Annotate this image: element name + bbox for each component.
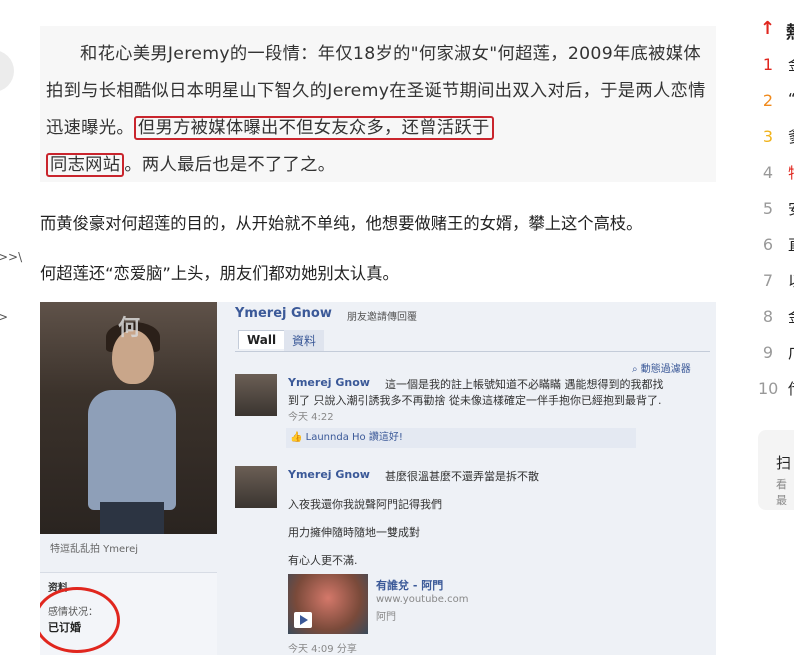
post-text: 有心人更不滿.: [288, 554, 358, 567]
post-text: 到了 只說入潮引誘我多不再勸捨 從未像這樣確定一伴手抱你已經抱到最背了.: [288, 394, 662, 407]
article-paragraph: 何超莲还“恋爱脑”上头，朋友们都劝她别太认真。: [40, 264, 399, 283]
scan-subtitle: 看最: [776, 478, 787, 507]
highlight-box-2: 同志网站: [46, 153, 125, 177]
post-text: 這一個是我的註上帳號知道不必瞞瞞 遇能想得到的我都找: [385, 378, 664, 391]
rank-number: 7: [762, 271, 774, 290]
rank-item-link[interactable]: 特: [788, 162, 794, 183]
search-icon: ⌕: [632, 364, 641, 375]
post-time: 今天 4:09 分享: [288, 644, 357, 655]
like-bar: 👍 Launnda Ho 讚這好!: [286, 428, 636, 448]
video-channel: 阿門: [376, 612, 396, 623]
rank-item-link[interactable]: 传: [788, 378, 794, 399]
post-text: 用力擁伸隨時隨地一雙成對: [288, 526, 420, 539]
rank-number: 3: [762, 127, 774, 146]
rank-number: 10: [758, 379, 779, 398]
friend-request-link[interactable]: 朋友邀請傳回覆: [347, 308, 417, 323]
red-circle-annotation: [40, 587, 120, 653]
profile-photo: 何: [40, 302, 217, 534]
photo-watermark: 何: [118, 316, 141, 341]
article-paragraph: 而黄俊豪对何超莲的目的，从开始就不单纯，他想要做赌王的女婿，攀上这个高枝。: [40, 214, 643, 233]
rank-item-link[interactable]: 金: [788, 54, 794, 75]
rank-number: 4: [762, 163, 774, 182]
hot-rank-icon: ↑: [760, 18, 776, 39]
rank-item-link[interactable]: 金: [788, 306, 794, 327]
rank-item-link[interactable]: “: [788, 90, 794, 108]
edge-glyph: >: [0, 310, 9, 324]
rank-item-link[interactable]: 直: [788, 234, 794, 255]
rank-number: 2: [762, 91, 774, 110]
quote-block: 和花心美男Jeremy的一段情：年仅18岁的"何家淑女"何超莲，2009年底被媒…: [40, 26, 716, 182]
rank-item-link[interactable]: 爹: [788, 126, 794, 147]
post-time: 今天 4:22: [288, 412, 334, 423]
video-title[interactable]: 有誰兌 - 阿門: [376, 577, 443, 593]
tab-divider: [235, 351, 710, 352]
post-text: 甚麼很溫甚麼不還弄當是拆不散: [385, 470, 539, 483]
rank-item-link[interactable]: 广: [788, 342, 794, 363]
tab-info[interactable]: 資料: [284, 330, 325, 351]
embedded-screenshot: 何 特逗乱乱拍 Ymerej 资料 感情状况： 已订婚 Ymerej Gnow …: [40, 302, 716, 655]
tab-wall[interactable]: Wall: [238, 330, 286, 349]
hot-rank-title: 熱: [786, 18, 794, 43]
rank-item-link[interactable]: 安: [788, 198, 794, 219]
rank-number: 6: [762, 235, 774, 254]
like-text[interactable]: Launnda Ho 讚這好!: [306, 432, 403, 443]
video-url: www.youtube.com: [376, 594, 469, 605]
info-box: 资料 感情状况： 已订婚: [40, 572, 217, 655]
quote-tail: 。两人最后也是不了了之。: [124, 155, 336, 175]
photo-caption: 特逗乱乱拍 Ymerej: [50, 544, 139, 555]
highlight-box-1: 但男方被媒体曝出不但女友众多，还曾活跃于: [133, 116, 494, 140]
play-icon[interactable]: [294, 612, 312, 628]
post-author[interactable]: Ymerej Gnow: [288, 376, 370, 389]
rank-number: 5: [762, 199, 774, 218]
edge-avatar: [0, 50, 14, 92]
filter-link[interactable]: ⌕ 動態過濾器: [632, 360, 691, 375]
post-text: 入夜我還你我說聲阿門記得我們: [288, 498, 442, 511]
avatar[interactable]: [235, 466, 277, 508]
profile-name[interactable]: Ymerej Gnow: [235, 306, 332, 321]
video-thumbnail[interactable]: [288, 574, 368, 634]
rank-number: 1: [762, 55, 774, 74]
person-legs: [100, 502, 164, 534]
rank-number: 9: [762, 343, 774, 362]
post-author[interactable]: Ymerej Gnow: [288, 468, 370, 481]
rank-item-link[interactable]: 以: [788, 270, 794, 291]
rank-number: 8: [762, 307, 774, 326]
avatar[interactable]: [235, 374, 277, 416]
quote-text: 和花心美男Jeremy的一段情：年仅18岁的"何家淑女"何超莲，2009年底被媒…: [46, 36, 712, 184]
filter-label: 動態過濾器: [640, 364, 691, 375]
person-body: [88, 390, 176, 510]
edge-glyph: >>\: [0, 250, 23, 264]
thumbs-up-icon: 👍: [290, 432, 303, 443]
scan-title: 扫: [776, 454, 792, 472]
